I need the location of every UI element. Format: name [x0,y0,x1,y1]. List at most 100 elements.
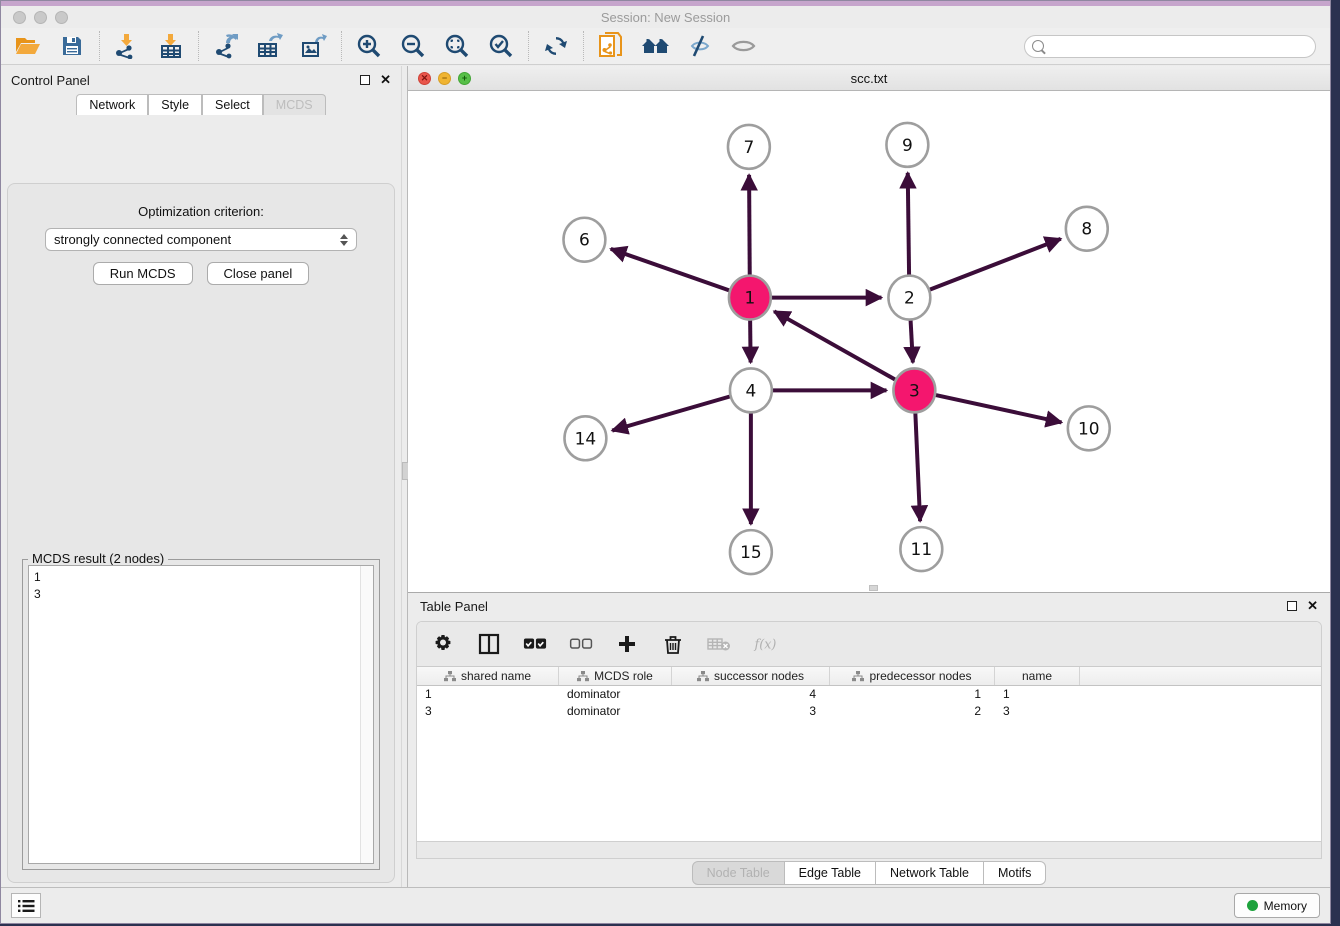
node-label: 6 [579,230,590,250]
edge-2-9[interactable] [908,173,909,276]
table-cell[interactable]: 1 [417,686,559,703]
table-cell[interactable]: 3 [417,703,559,720]
node-6[interactable]: 6 [563,218,605,262]
toggle-column-panel-icon[interactable] [477,630,501,658]
column-header-filler [1080,667,1321,685]
mcds-result-area: 13 [28,565,374,864]
node-1[interactable]: 1 [729,276,771,320]
add-column-icon[interactable] [615,630,639,658]
export-network-icon[interactable] [211,32,241,60]
result-scrollbar[interactable] [360,566,373,863]
node-9[interactable]: 9 [886,123,928,167]
column-header-mcds-role[interactable]: MCDS role [559,667,672,685]
network-maximize-button[interactable]: + [458,72,471,85]
table-cell[interactable] [1080,703,1321,720]
node-7[interactable]: 7 [728,125,770,169]
save-session-icon[interactable] [57,32,87,60]
edge-3-11[interactable] [915,412,920,521]
close-panel-button[interactable]: Close panel [207,262,310,285]
table-cell[interactable]: 4 [672,686,830,703]
task-history-button[interactable] [11,893,41,918]
tab-style[interactable]: Style [148,94,202,115]
network-canvas[interactable]: 7 9 6 8 1 2 4 3 14 10 15 11 [408,91,1330,592]
criterion-dropdown[interactable]: strongly connected component [45,228,357,251]
hierarchy-icon [444,671,456,682]
delete-column-icon[interactable] [661,630,685,658]
table-cell[interactable]: 1 [830,686,995,703]
tab-network-table[interactable]: Network Table [876,861,984,885]
function-builder-icon[interactable]: f(x) [753,630,777,658]
column-header-shared-name[interactable]: shared name [417,667,559,685]
node-10[interactable]: 10 [1068,406,1110,450]
table-cell[interactable]: dominator [559,703,672,720]
home-icon[interactable] [640,32,670,60]
network-graph[interactable]: 7 9 6 8 1 2 4 3 14 10 15 11 [408,91,1330,592]
table-tabs: Node Table Edge Table Network Table Moti… [408,861,1330,885]
network-view-title: scc.txt [408,71,1330,86]
memory-button[interactable]: Memory [1234,893,1320,918]
network-snapshot-icon[interactable] [596,32,626,60]
canvas-scroll-thumb[interactable] [869,585,878,591]
close-panel-icon[interactable]: ✕ [380,75,391,85]
search-input[interactable] [1044,39,1315,53]
tab-motifs[interactable]: Motifs [984,861,1046,885]
network-view-titlebar[interactable]: ✕ − + scc.txt [408,66,1330,91]
tab-mcds[interactable]: MCDS [263,94,326,115]
refresh-layout-icon[interactable] [541,32,571,60]
edge-3-1[interactable] [774,311,895,379]
zoom-fit-icon[interactable] [442,32,472,60]
column-header-predecessor-nodes[interactable]: predecessor nodes [830,667,995,685]
import-network-icon[interactable] [112,32,142,60]
zoom-in-icon[interactable] [354,32,384,60]
settings-gear-icon[interactable] [431,630,455,658]
export-image-icon[interactable] [299,32,329,60]
close-table-panel-icon[interactable]: ✕ [1307,601,1318,611]
import-table-icon[interactable] [156,32,186,60]
export-table-icon[interactable] [255,32,285,60]
node-14[interactable]: 14 [564,416,606,460]
list-icon [18,899,35,913]
table-row[interactable]: 1dominator411 [417,686,1321,703]
tab-edge-table[interactable]: Edge Table [785,861,876,885]
tab-network[interactable]: Network [76,94,148,115]
table-bottom-strip [416,842,1322,859]
table-cell[interactable]: 1 [995,686,1080,703]
table-cell[interactable]: 3 [995,703,1080,720]
node-11[interactable]: 11 [900,527,942,571]
show-graphics-icon[interactable] [728,32,758,60]
select-all-columns-icon[interactable] [523,630,547,658]
table-cell[interactable]: 2 [830,703,995,720]
float-panel-icon[interactable] [360,75,370,85]
node-4[interactable]: 4 [730,368,772,412]
table-cell[interactable]: dominator [559,686,672,703]
node-3[interactable]: 3 [893,368,935,412]
dropdown-stepper-icon [340,234,348,246]
table-row[interactable]: 3dominator323 [417,703,1321,720]
float-table-panel-icon[interactable] [1287,601,1297,611]
node-8[interactable]: 8 [1066,207,1108,251]
column-header-successor-nodes[interactable]: successor nodes [672,667,830,685]
node-15[interactable]: 15 [730,530,772,574]
edge-1-6[interactable] [611,249,729,290]
table-cell[interactable]: 3 [672,703,830,720]
run-mcds-button[interactable]: Run MCDS [93,262,193,285]
edge-2-3[interactable] [911,320,913,363]
column-header-name[interactable]: name [995,667,1080,685]
edge-3-10[interactable] [936,395,1062,422]
network-minimize-button[interactable]: − [438,72,451,85]
edge-2-8[interactable] [930,239,1061,290]
vertical-splitter[interactable] [401,66,408,887]
zoom-out-icon[interactable] [398,32,428,60]
network-close-button[interactable]: ✕ [418,72,431,85]
tab-select[interactable]: Select [202,94,263,115]
edge-4-14[interactable] [612,397,730,431]
zoom-selected-icon[interactable] [486,32,516,60]
unselect-all-columns-icon[interactable] [569,630,593,658]
table-cell[interactable] [1080,686,1321,703]
node-2[interactable]: 2 [888,276,930,320]
open-session-icon[interactable] [13,32,43,60]
edge-1-7[interactable] [749,175,750,276]
tab-node-table[interactable]: Node Table [692,861,785,885]
hide-graphics-icon[interactable] [684,32,714,60]
delete-table-icon[interactable] [707,630,731,658]
